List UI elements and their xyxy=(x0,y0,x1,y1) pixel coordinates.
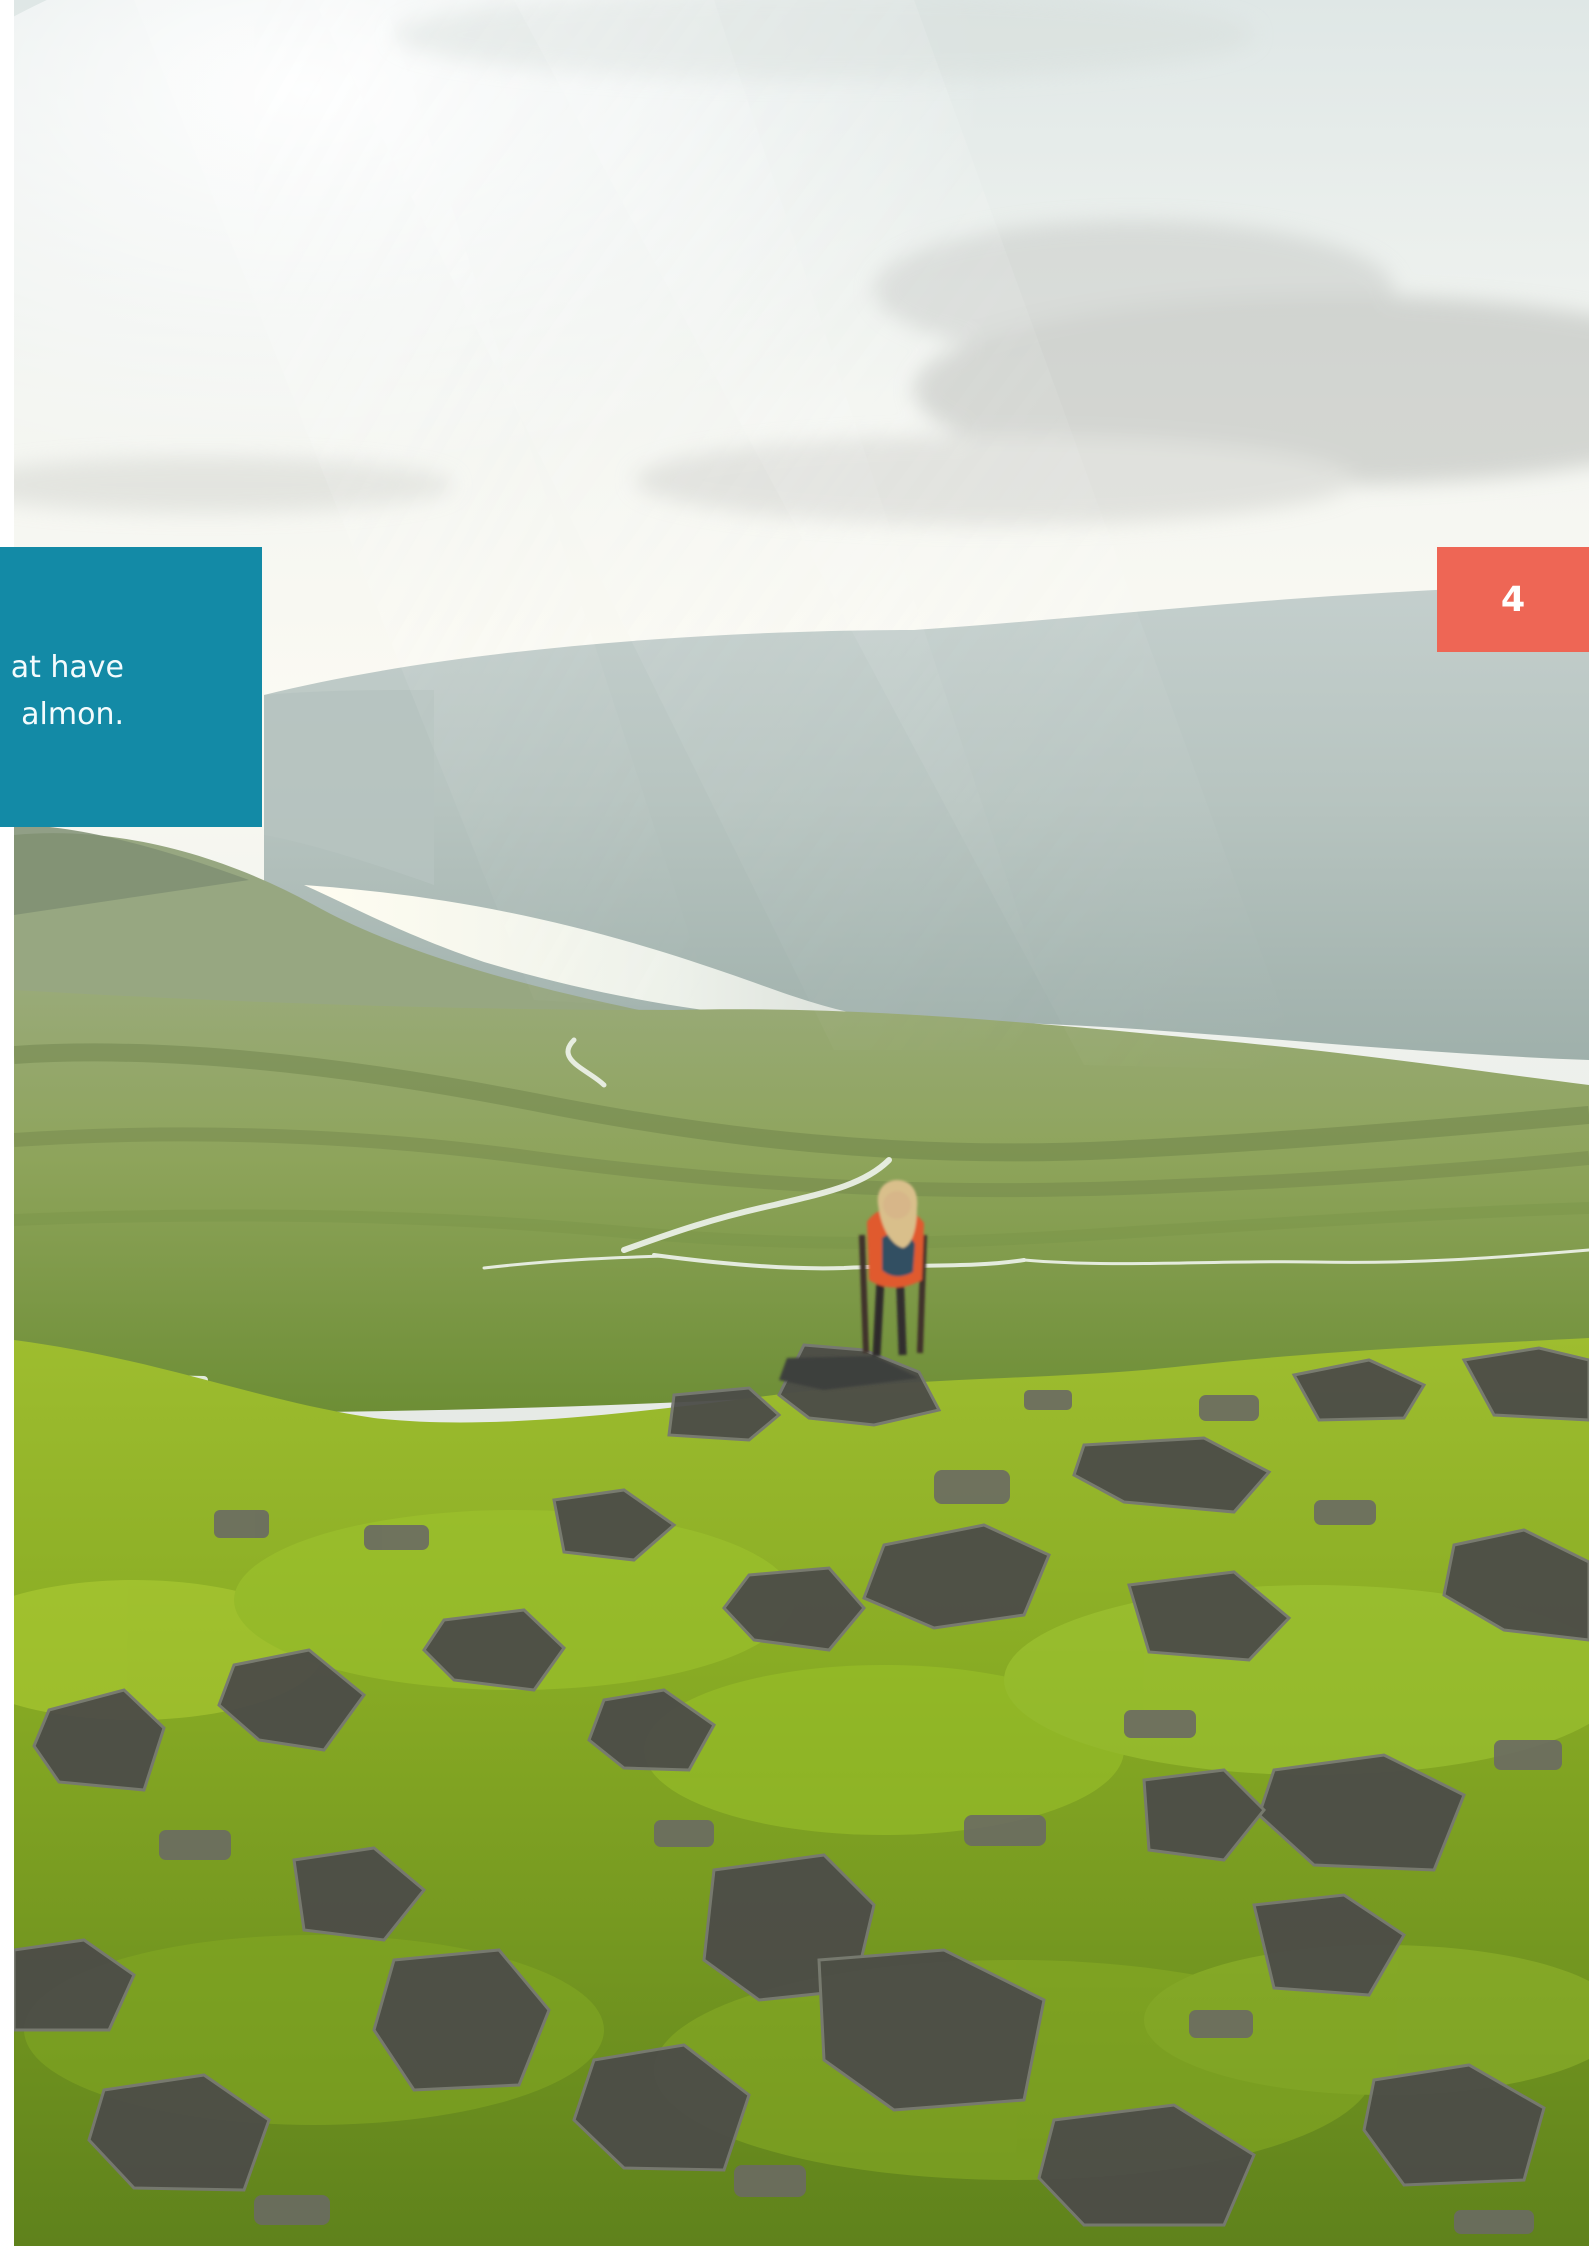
landscape-photo xyxy=(14,0,1589,2246)
caption-line-1: at have xyxy=(10,650,124,685)
document-page: at have almon. 4 xyxy=(0,0,1589,2246)
caption-line-2: almon. xyxy=(21,697,124,732)
page-number-badge: 4 xyxy=(1437,547,1589,652)
left-page-margin xyxy=(0,0,14,2246)
caption-box: at have almon. xyxy=(0,547,262,827)
hiker-landscape-photo xyxy=(14,0,1589,2246)
caption-text: at have almon. xyxy=(0,644,124,738)
